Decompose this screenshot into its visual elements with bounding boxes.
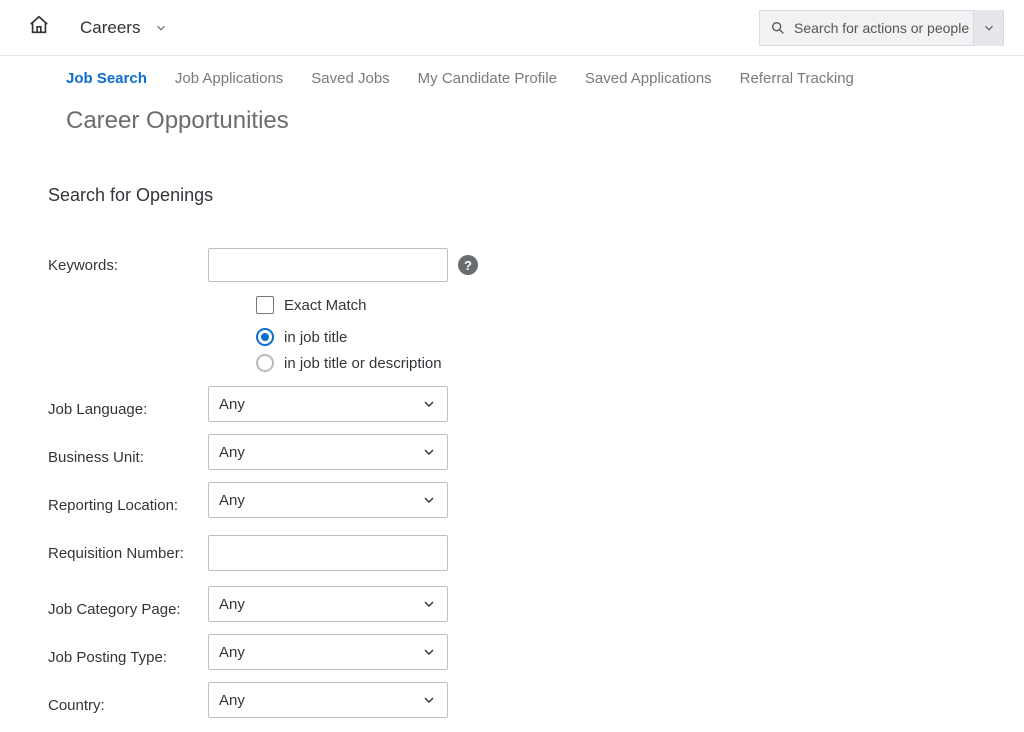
business-unit-label: Business Unit: (48, 449, 208, 466)
reporting-location-select[interactable]: Any (208, 482, 448, 518)
radio-in-title-label: in job title (284, 329, 347, 346)
tab-my-candidate-profile[interactable]: My Candidate Profile (418, 70, 557, 87)
tab-referral-tracking[interactable]: Referral Tracking (740, 70, 854, 87)
chevron-down-icon (421, 444, 437, 460)
job-posting-type-label: Job Posting Type: (48, 649, 208, 666)
search-form: Keywords: ? Exact Match in job title in … (0, 206, 1024, 728)
page-title: Career Opportunities (0, 101, 1024, 135)
job-posting-type-select[interactable]: Any (208, 634, 448, 670)
country-label: Country: (48, 697, 208, 714)
row-business-unit: Business Unit: Any (48, 434, 1024, 480)
chevron-down-icon (421, 644, 437, 660)
business-unit-select[interactable]: Any (208, 434, 448, 470)
exact-match-label: Exact Match (284, 297, 367, 314)
row-job-category-page: Job Category Page: Any (48, 586, 1024, 632)
home-icon[interactable] (28, 14, 50, 41)
tabs: Job Search Job Applications Saved Jobs M… (0, 56, 1024, 101)
tab-saved-jobs[interactable]: Saved Jobs (311, 70, 389, 87)
section-title: Search for Openings (0, 135, 1024, 206)
country-select[interactable]: Any (208, 682, 448, 718)
row-reporting-location: Reporting Location: Any (48, 482, 1024, 528)
row-job-language: Job Language: Any (48, 386, 1024, 432)
help-icon[interactable]: ? (458, 255, 478, 275)
keywords-input[interactable] (208, 248, 448, 282)
chevron-down-icon (982, 21, 996, 35)
job-category-page-label: Job Category Page: (48, 601, 208, 618)
requisition-number-label: Requisition Number: (48, 545, 208, 562)
business-unit-value: Any (219, 444, 245, 461)
global-search-input[interactable] (794, 20, 973, 36)
chevron-down-icon (421, 396, 437, 412)
job-language-select[interactable]: Any (208, 386, 448, 422)
row-requisition-number: Requisition Number: (48, 530, 1024, 576)
search-icon (770, 20, 786, 36)
chevron-down-icon (421, 596, 437, 612)
topbar: Careers (0, 0, 1024, 56)
reporting-location-value: Any (219, 492, 245, 509)
job-category-page-value: Any (219, 596, 245, 613)
exact-match-checkbox[interactable] (256, 296, 274, 314)
job-language-value: Any (219, 396, 245, 413)
brand-dropdown[interactable]: Careers (80, 18, 168, 38)
global-search[interactable] (759, 10, 1004, 46)
tab-saved-applications[interactable]: Saved Applications (585, 70, 712, 87)
radio-in-title[interactable] (256, 328, 274, 346)
tab-job-applications[interactable]: Job Applications (175, 70, 283, 87)
radio-in-title-desc-label: in job title or description (284, 355, 442, 372)
tab-job-search[interactable]: Job Search (66, 70, 147, 87)
requisition-number-input[interactable] (208, 535, 448, 571)
chevron-down-icon (154, 21, 168, 35)
row-job-posting-type: Job Posting Type: Any (48, 634, 1024, 680)
keywords-label: Keywords: (48, 257, 208, 274)
country-value: Any (219, 692, 245, 709)
brand-label: Careers (80, 18, 140, 38)
reporting-location-label: Reporting Location: (48, 497, 208, 514)
global-search-dropdown[interactable] (973, 10, 1003, 46)
chevron-down-icon (421, 492, 437, 508)
chevron-down-icon (421, 692, 437, 708)
keywords-options: Exact Match in job title in job title or… (256, 296, 1024, 372)
row-keywords: Keywords: ? (48, 242, 1024, 288)
row-country: Country: Any (48, 682, 1024, 728)
radio-in-title-desc[interactable] (256, 354, 274, 372)
job-category-page-select[interactable]: Any (208, 586, 448, 622)
job-posting-type-value: Any (219, 644, 245, 661)
job-language-label: Job Language: (48, 401, 208, 418)
